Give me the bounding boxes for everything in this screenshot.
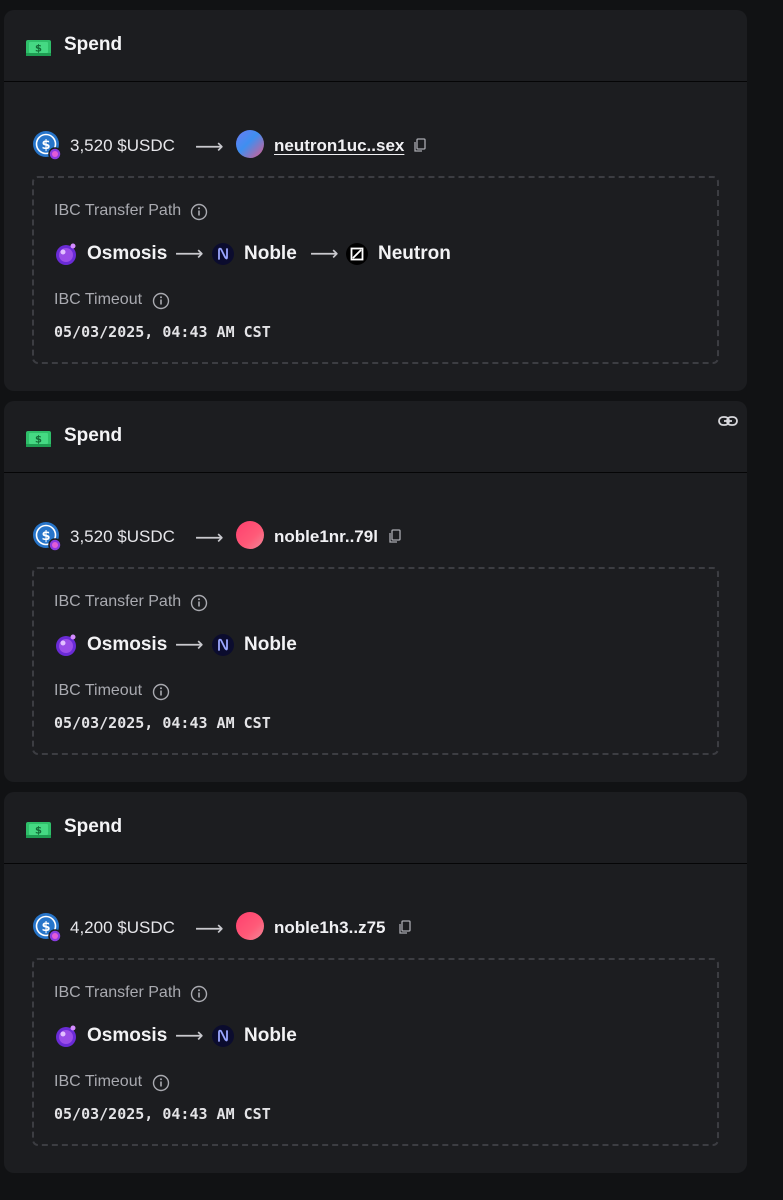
arrow-right-icon: ⟶: [195, 527, 224, 549]
transfer-path-label: IBC Transfer Path: [54, 593, 182, 610]
link-icon[interactable]: [717, 410, 739, 432]
card-header: $ Spend: [4, 10, 747, 82]
info-icon[interactable]: [190, 594, 208, 612]
noble-chain-icon: [212, 1025, 234, 1047]
timeout-label: IBC Timeout: [54, 291, 143, 308]
transfer-path: Osmosis ⟶ Noble: [54, 1022, 654, 1050]
chain-name: Osmosis: [87, 1025, 168, 1046]
chain-name: Osmosis: [87, 634, 168, 655]
spend-card: $ Spend $ 3,520 $USDC ⟶ neutron1uc..sex …: [4, 10, 747, 391]
arrow-right-icon: ⟶: [195, 136, 224, 158]
svg-text:$: $: [35, 435, 42, 446]
transfer-row: $ 3,520 $USDC ⟶ neutron1uc..sex: [32, 128, 727, 160]
transfer-row: $ 3,520 $USDC ⟶ noble1nr..79l: [32, 519, 727, 551]
spend-card: $ Spend $ 3,520 $USDC ⟶ noble1nr..79l IB…: [4, 401, 747, 782]
ibc-details-box: IBC Transfer Path Osmosis ⟶: [32, 176, 719, 364]
timeout-value: 05/03/2025, 04:43 AM CST: [54, 323, 271, 341]
arrow-right-icon: ⟶: [310, 243, 339, 265]
timeout-label: IBC Timeout: [54, 682, 143, 699]
osmosis-chain-icon: [56, 1025, 76, 1047]
osmosis-chain-icon: [56, 634, 76, 656]
timeout-label: IBC Timeout: [54, 1073, 143, 1090]
arrow-right-icon: ⟶: [195, 918, 224, 940]
transfer-path: Osmosis ⟶ Noble: [54, 631, 654, 659]
spend-card: $ Spend $ 4,200 $USDC ⟶ noble1h3..z75 IB…: [4, 792, 747, 1173]
usdc-token-icon: $: [33, 131, 62, 160]
chain-name: Noble: [244, 243, 297, 264]
recipient-address-link[interactable]: neutron1uc..sex: [274, 136, 404, 156]
recipient-avatar: [236, 130, 264, 158]
chain-name: Neutron: [378, 243, 451, 264]
copy-icon[interactable]: [387, 528, 403, 544]
amount-text: 3,520 $USDC: [70, 136, 175, 155]
ibc-details-box: IBC Transfer Path Osmosis ⟶: [32, 567, 719, 755]
money-stack-icon: $: [26, 822, 51, 838]
noble-chain-icon: [212, 634, 234, 656]
card-title: Spend: [64, 34, 123, 55]
recipient-address[interactable]: noble1nr..79l: [274, 527, 378, 547]
osmosis-chain-icon: [56, 243, 76, 265]
transfer-row: $ 4,200 $USDC ⟶ noble1h3..z75: [32, 910, 727, 942]
recipient-address[interactable]: noble1h3..z75: [274, 918, 385, 938]
copy-icon[interactable]: [397, 919, 413, 935]
timeout-value: 05/03/2025, 04:43 AM CST: [54, 1105, 271, 1123]
recipient-avatar: [236, 912, 264, 940]
money-stack-icon: $: [26, 40, 51, 56]
transfer-path-label: IBC Transfer Path: [54, 984, 182, 1001]
neutron-chain-icon: [346, 243, 368, 265]
card-title: Spend: [64, 816, 123, 837]
chain-name: Noble: [244, 634, 297, 655]
chain-name: Osmosis: [87, 243, 168, 264]
noble-chain-icon: [212, 243, 234, 265]
arrow-right-icon: ⟶: [175, 1025, 204, 1047]
amount-text: 3,520 $USDC: [70, 527, 175, 546]
transfer-path: Osmosis ⟶ Noble ⟶ Neutron: [54, 240, 654, 268]
timeout-value: 05/03/2025, 04:43 AM CST: [54, 714, 271, 732]
copy-icon[interactable]: [412, 137, 428, 153]
arrow-right-icon: ⟶: [175, 243, 204, 265]
recipient-avatar: [236, 521, 264, 549]
card-header: $ Spend: [4, 792, 747, 864]
svg-text:$: $: [35, 44, 42, 55]
card-header: $ Spend: [4, 401, 747, 473]
info-icon[interactable]: [152, 292, 170, 310]
ibc-details-box: IBC Transfer Path Osmosis ⟶: [32, 958, 719, 1146]
info-icon[interactable]: [152, 1074, 170, 1092]
usdc-token-icon: $: [33, 522, 62, 551]
info-icon[interactable]: [152, 683, 170, 701]
card-title: Spend: [64, 425, 123, 446]
info-icon[interactable]: [190, 203, 208, 221]
arrow-right-icon: ⟶: [175, 634, 204, 656]
info-icon[interactable]: [190, 985, 208, 1003]
usdc-token-icon: $: [33, 913, 62, 942]
svg-text:$: $: [35, 826, 42, 837]
transfer-path-label: IBC Transfer Path: [54, 202, 182, 219]
chain-name: Noble: [244, 1025, 297, 1046]
amount-text: 4,200 $USDC: [70, 918, 175, 937]
money-stack-icon: $: [26, 431, 51, 447]
